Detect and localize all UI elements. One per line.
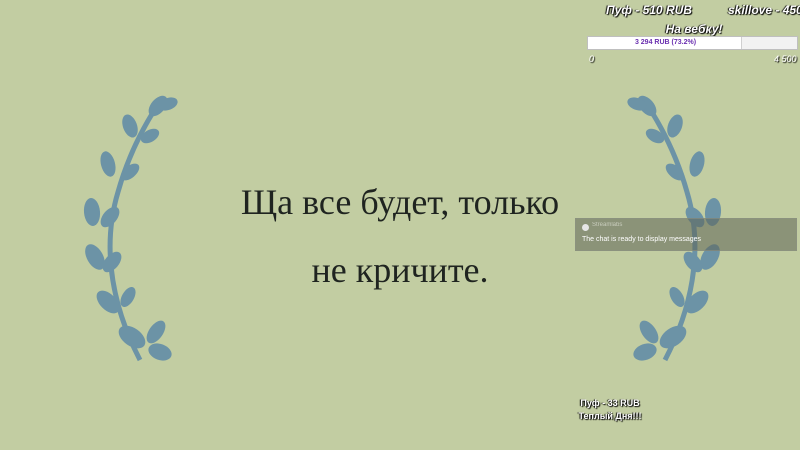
streamlabs-logo-icon — [582, 224, 589, 231]
goal-max-label: 4 500 — [774, 54, 797, 64]
stream-overlay: Ща все будет, только не кричите. Пуф - 5… — [0, 0, 800, 450]
donation-alert: Пуф - 33 RUB Теплый Дня!!! — [560, 397, 660, 423]
donation-title: Пуф - 33 RUB — [580, 398, 640, 408]
donation-message: Теплый Дня!!! — [578, 411, 642, 421]
chat-sender: Streamlabs — [592, 222, 623, 228]
goal-progress-bar: 3 294 RUB (73.2%) — [587, 36, 798, 50]
goal-title: На вебку! — [665, 22, 723, 36]
wait-message: Ща все будет, только не кричите. — [170, 168, 630, 304]
ticker-item: skillove - 450 — [728, 3, 800, 17]
goal-min-label: 0 — [589, 54, 595, 64]
message-line-2: не кричите. — [311, 250, 489, 290]
left-laurel-icon — [83, 95, 178, 362]
chat-widget: Streamlabs The chat is ready to display … — [575, 218, 797, 251]
goal-progress-text: 3 294 RUB (73.2%) — [634, 39, 697, 46]
chat-message: The chat is ready to display messages — [582, 236, 702, 243]
donation-ticker: Пуф - 510 RUB skillove - 450 — [588, 3, 800, 19]
message-line-1: Ща все будет, только — [240, 182, 560, 222]
ticker-item: Пуф - 510 RUB — [606, 3, 692, 17]
